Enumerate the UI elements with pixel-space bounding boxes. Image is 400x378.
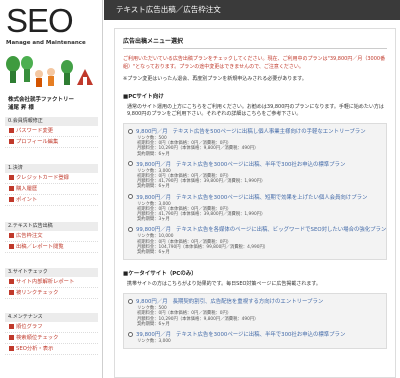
content-panel: 広告出稿メニュー選択 ご利用いただいている広告出稿プランをチェックしてください。… xyxy=(114,28,396,378)
plan-description: テキスト広告を500ページに出稿し個人事業主様向けの手軽なエントリープラン xyxy=(172,129,366,135)
radio-button[interactable] xyxy=(128,161,133,167)
plan-detail: 契約期間：6ヶ月 xyxy=(137,321,170,327)
radio-button[interactable] xyxy=(128,331,133,337)
bullet-icon xyxy=(9,289,14,295)
sidebar: SEO Manage and Maintenance 株式会社就手ファクトリー … xyxy=(0,0,103,378)
mobile-plan-list: 9,800円／月 長期契約割引、広告配信を重視する方向けのエントリープラン リンク… xyxy=(123,293,387,350)
bullet-icon xyxy=(9,232,14,238)
plan-description: テキスト広告を3000ページに出稿、半年で300社お申込の標準プラン xyxy=(176,161,346,168)
plan-option[interactable]: 39,800円／月 テキスト広告を3000ページに出稿、半年で300社お申込の標準… xyxy=(128,161,382,192)
bullet-icon xyxy=(9,185,14,191)
section-title: 広告出稿メニュー選択 xyxy=(123,38,184,45)
plan-price: 9,800円／月 xyxy=(136,299,168,306)
nav-item-password-change[interactable]: パスワード変更 xyxy=(5,126,98,137)
user-name: 浦尾 昇 様 xyxy=(8,105,34,111)
plan-price: 9,800円／月 xyxy=(136,129,168,135)
nav-item-rank-graph[interactable]: 順位グラフ xyxy=(5,322,98,333)
nav-item-label: 広告枠注文 xyxy=(16,233,43,239)
plan-detail: 契約期間：6ヶ月 xyxy=(137,151,170,157)
main-area: テキスト広告出稿／広告枠注文 広告出稿メニュー選択 ご利用いただいている広告出稿… xyxy=(104,0,400,378)
radio-button[interactable] xyxy=(128,226,133,232)
plan-detail: リンク数：3,000 xyxy=(137,339,171,345)
nav-item-profile-edit[interactable]: プロフィール編集 xyxy=(5,137,98,148)
nav-item-rank-check[interactable]: 検索順位チェック xyxy=(5,333,98,344)
plan-option[interactable]: 9,800円／月 テキスト広告を500ページに出稿し個人事業主様向けの手軽なエント… xyxy=(128,128,382,159)
company-info: 株式会社就手ファクトリー 浦尾 昇 様 xyxy=(8,96,74,112)
radio-button[interactable] xyxy=(128,298,133,304)
plan-option[interactable]: 39,800円／月 テキスト広告を3000ページに出稿、半年で300社お申込の標準… xyxy=(128,331,382,346)
plan-option[interactable]: 99,800円／月 テキスト広告を各媒体のページに出稿、ビッグワードでSEO対した… xyxy=(128,226,386,257)
plan-description: テキスト広告を3000ページに出稿、半年で300社お申込の標準プラン xyxy=(176,332,346,339)
nav-item-label: SEO分析・表示 xyxy=(16,346,54,352)
plan-detail: 契約期間：3ヶ月 xyxy=(137,217,170,223)
bullet-icon xyxy=(9,323,14,329)
mascot-illustration xyxy=(6,56,93,87)
plan-description: テキスト広告を各媒体のページに出稿、ビッグワードでSEO対したい場合の強化プラン xyxy=(176,227,387,234)
nav-item-label: サイト内部解析レポート xyxy=(16,279,75,285)
nav-header: 2.テキスト広告出稿 xyxy=(5,222,98,231)
plan-description: 長期契約割引、広告配信を重視する方向けのエントリープラン xyxy=(172,299,324,306)
nav-header: 4.メンテナンス xyxy=(5,313,98,322)
nav-item-backlink-check[interactable]: 被リンクチェック xyxy=(5,288,98,299)
nav-item-label: 被リンクチェック xyxy=(16,290,59,296)
bullet-icon xyxy=(9,127,14,133)
nav-item-purchase-history[interactable]: 購入履歴 xyxy=(5,184,98,195)
plan-price: 39,800円／月 xyxy=(136,161,172,168)
plan-option[interactable]: 9,800円／月 長期契約割引、広告配信を重視する方向けのエントリープラン リンク… xyxy=(128,298,382,329)
bullet-icon xyxy=(9,345,14,351)
logo-subtitle: Manage and Maintenance xyxy=(6,40,86,46)
nav-item-seo-analysis[interactable]: SEO分析・表示 xyxy=(5,344,98,355)
nav-item-report[interactable]: 出稿／レポート閲覧 xyxy=(5,242,98,253)
bullet-icon xyxy=(9,196,14,202)
nav-item-label: パスワード変更 xyxy=(16,128,54,134)
nav-item-label: プロフィール編集 xyxy=(16,139,59,145)
mobile-section-title: ■ケータイサイト（PCのみ） xyxy=(123,271,197,278)
plan-price: 39,800円／月 xyxy=(136,194,172,201)
plan-detail: 契約期間：6ヶ月 xyxy=(137,250,170,256)
nav-group-text-ads: 2.テキスト広告出稿 広告枠注文 出稿／レポート閲覧 xyxy=(5,222,98,253)
pc-section-title: ■PCサイト向け xyxy=(123,94,164,100)
radio-button[interactable] xyxy=(128,194,133,200)
nav-item-label: 検索順位チェック xyxy=(16,335,59,341)
nav-item-label: クレジットカード登録 xyxy=(16,175,69,181)
nav-item-points[interactable]: ポイント xyxy=(5,195,98,206)
plan-price: 39,800円／月 xyxy=(136,332,172,339)
mobile-section-description: 携帯サイトの方はこちらがより効果的です。毎日SEO対策ページに広告掲載されます。 xyxy=(127,281,321,288)
plan-price: 99,800円／月 xyxy=(136,227,172,234)
note-text: ※プラン変更はいったん退会、再度別プランを新規申込みされる必要があります。 xyxy=(123,76,307,82)
plan-description: テキスト広告を3000ページに出稿、短期で効果を上げたい個人会員向けプラン xyxy=(176,194,368,201)
pc-section-description: 通常のサイト運用の上方にこちらをご利用ください。お勧めは39,800円のプランに… xyxy=(127,104,384,117)
nav-group-site-check: 3.サイトチェック サイト内部解析レポート 被リンクチェック xyxy=(5,268,98,299)
bullet-icon xyxy=(9,278,14,284)
intro-text: ご利用いただいている広告出稿プランをチェックしてください。現在、ご利用中のプラン… xyxy=(123,56,386,70)
nav-item-label: 順位グラフ xyxy=(16,324,43,330)
nav-group-payment: 1.決済 クレジットカード登録 購入履歴 ポイント xyxy=(5,164,98,206)
nav-header: 0.会員情報修正 xyxy=(5,117,98,126)
radio-button[interactable] xyxy=(128,128,133,134)
nav-header: 3.サイトチェック xyxy=(5,268,98,277)
plan-detail: 契約期間：6ヶ月 xyxy=(137,184,170,190)
bullet-icon xyxy=(9,174,14,180)
nav-group-maintenance: 4.メンテナンス 順位グラフ 検索順位チェック SEO分析・表示 xyxy=(5,313,98,355)
bullet-icon xyxy=(9,334,14,340)
nav-group-account: 0.会員情報修正 パスワード変更 プロフィール編集 xyxy=(5,117,98,148)
page-title: テキスト広告出稿／広告枠注文 xyxy=(104,0,400,20)
nav-header: 1.決済 xyxy=(5,164,98,173)
bullet-icon xyxy=(9,243,14,249)
bullet-icon xyxy=(9,138,14,144)
nav-item-ad-order[interactable]: 広告枠注文 xyxy=(5,231,98,242)
nav-item-label: 出稿／レポート閲覧 xyxy=(16,244,64,250)
company-name: 株式会社就手ファクトリー xyxy=(8,97,75,103)
nav-item-credit-card[interactable]: クレジットカード登録 xyxy=(5,173,98,184)
divider xyxy=(123,48,387,49)
nav-item-label: ポイント xyxy=(16,197,38,203)
nav-item-label: 購入履歴 xyxy=(16,186,38,192)
logo: SEO xyxy=(6,2,74,39)
nav-item-site-analysis[interactable]: サイト内部解析レポート xyxy=(5,277,98,288)
pc-plan-list: 9,800円／月 テキスト広告を500ページに出稿し個人事業主様向けの手軽なエント… xyxy=(123,123,387,261)
plan-option[interactable]: 39,800円／月 テキスト広告を3000ページに出稿、短期で効果を上げたい個人会… xyxy=(128,194,382,225)
